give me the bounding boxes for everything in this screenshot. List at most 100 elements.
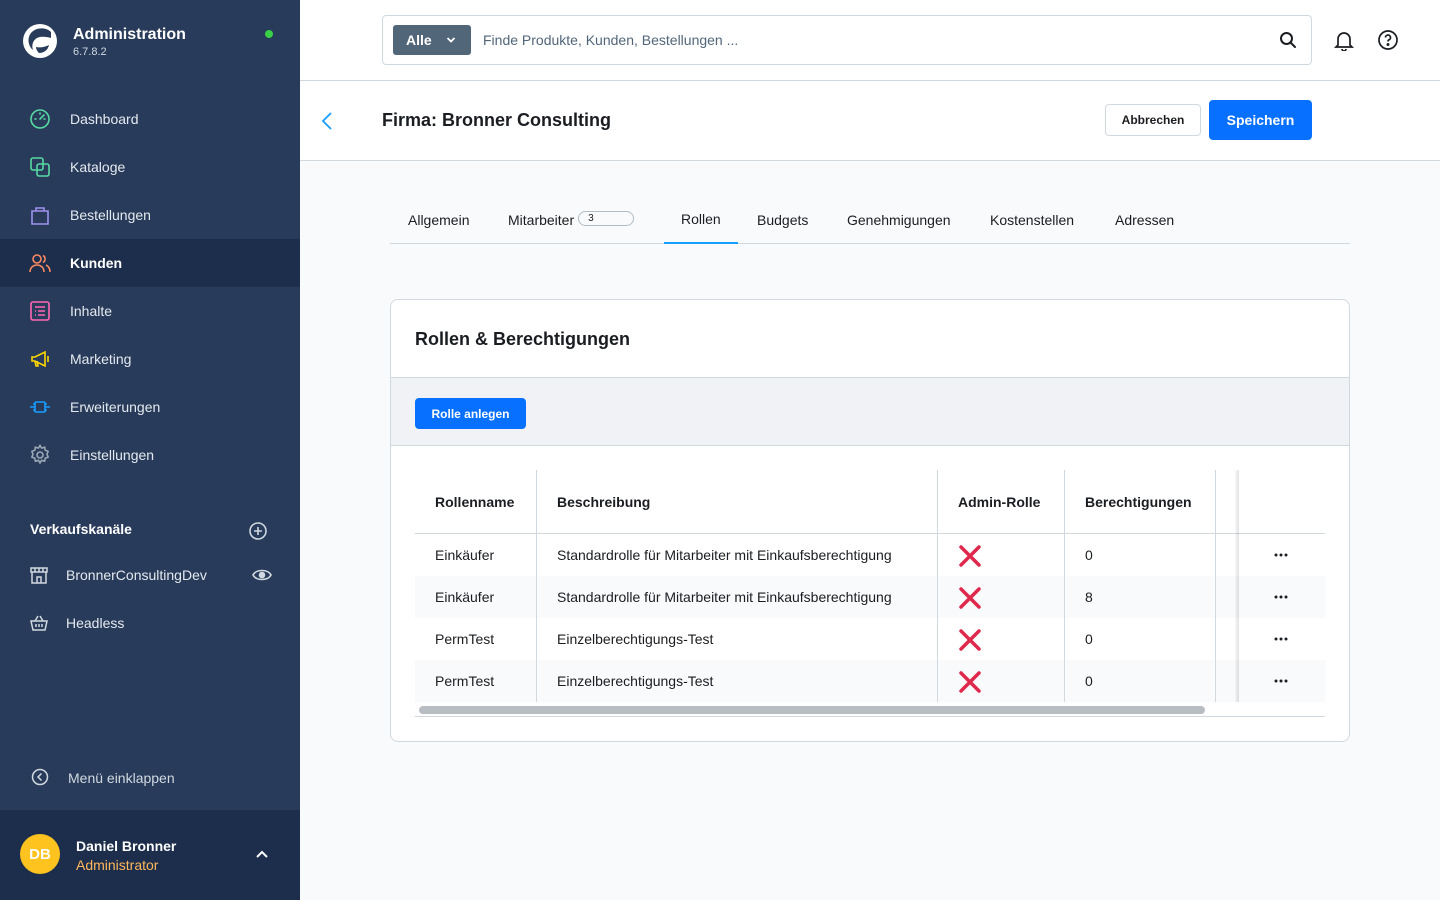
more-actions-icon[interactable] bbox=[1274, 594, 1288, 600]
help-icon[interactable] bbox=[1377, 29, 1399, 51]
search-type-select[interactable]: Alle bbox=[393, 25, 471, 55]
chevron-up-icon[interactable] bbox=[254, 848, 270, 860]
tab-genehmigungen[interactable]: Genehmigungen bbox=[847, 196, 951, 244]
create-role-button[interactable]: Rolle anlegen bbox=[415, 398, 526, 429]
nav-item-kataloge[interactable]: Kataloge bbox=[0, 143, 300, 191]
collapse-menu-button[interactable]: Menü einklappen bbox=[0, 760, 300, 796]
search-icon[interactable] bbox=[1279, 31, 1297, 49]
roles-card: Rollen & Berechtigungen Rolle anlegen Ro… bbox=[390, 299, 1350, 742]
content-icon bbox=[30, 301, 50, 321]
roles-data-grid: Rollenname Beschreibung Admin-Rolle Bere… bbox=[415, 470, 1325, 717]
sticky-column-shadow bbox=[1235, 470, 1239, 702]
global-search: Alle bbox=[382, 15, 1312, 65]
user-profile-box[interactable]: DB Daniel Bronner Administrator bbox=[0, 810, 300, 900]
nav-label: Bestellungen bbox=[70, 207, 151, 223]
horizontal-scrollbar[interactable] bbox=[415, 703, 1325, 717]
settings-icon bbox=[30, 444, 50, 465]
more-actions-icon[interactable] bbox=[1274, 636, 1288, 642]
tab-allgemein[interactable]: Allgemein bbox=[408, 196, 469, 244]
cell-permissions: 0 bbox=[1085, 547, 1093, 563]
nav-item-inhalte[interactable]: Inhalte bbox=[0, 287, 300, 335]
column-header-admin-rolle[interactable]: Admin-Rolle bbox=[958, 494, 1040, 510]
dashboard-icon bbox=[30, 109, 50, 129]
nav-label: Kunden bbox=[70, 255, 123, 271]
shopware-logo-icon[interactable] bbox=[22, 23, 58, 59]
top-bar: Alle bbox=[300, 0, 1440, 81]
status-dot bbox=[265, 30, 273, 38]
table-row[interactable]: Einkäufer Standardrolle für Mitarbeiter … bbox=[415, 534, 1325, 576]
table-row[interactable]: PermTest Einzelberechtigungs-Test 0 bbox=[415, 660, 1325, 702]
nav-item-kunden[interactable]: Kunden bbox=[0, 239, 300, 287]
more-actions-icon[interactable] bbox=[1274, 678, 1288, 684]
cell-description: Einzelberechtigungs-Test bbox=[557, 631, 714, 647]
add-sales-channel-icon[interactable] bbox=[248, 521, 268, 541]
nav-label: Marketing bbox=[70, 351, 132, 367]
brand-title: Administration bbox=[73, 26, 186, 43]
detail-tabs: Allgemein Mitarbeiter 3 Rollen Budgets G… bbox=[390, 196, 1350, 244]
nav-item-einstellungen[interactable]: Einstellungen bbox=[0, 431, 300, 479]
tab-mitarbeiter[interactable]: Mitarbeiter 3 bbox=[508, 196, 635, 244]
smart-bar: Firma: Bronner Consulting Abbrechen Spei… bbox=[300, 81, 1440, 161]
save-button[interactable]: Speichern bbox=[1209, 100, 1312, 140]
cancel-button[interactable]: Abbrechen bbox=[1105, 104, 1201, 136]
cross-icon bbox=[959, 545, 981, 567]
catalog-icon bbox=[30, 157, 50, 177]
nav-label: Erweiterungen bbox=[70, 399, 161, 415]
notifications-bell-icon[interactable] bbox=[1333, 29, 1355, 51]
chevron-down-icon bbox=[446, 37, 456, 43]
search-input[interactable] bbox=[483, 26, 1253, 54]
column-header-berechtigungen[interactable]: Berechtigungen bbox=[1085, 494, 1192, 510]
sales-channel-label: BronnerConsultingDev bbox=[66, 567, 207, 583]
nav-label: Kataloge bbox=[70, 159, 126, 175]
user-role: Administrator bbox=[76, 857, 159, 873]
tab-rollen[interactable]: Rollen bbox=[664, 196, 738, 244]
chevron-left-circle-icon bbox=[31, 768, 49, 786]
cell-permissions: 0 bbox=[1085, 631, 1093, 647]
tab-kostenstellen[interactable]: Kostenstellen bbox=[990, 196, 1074, 244]
cell-role-name: Einkäufer bbox=[435, 589, 495, 605]
sales-channels-title: Verkaufskanäle bbox=[30, 521, 132, 537]
sales-channel-item-headless[interactable]: Headless bbox=[0, 603, 300, 643]
tab-label: Genehmigungen bbox=[847, 212, 951, 228]
cell-description: Standardrolle für Mitarbeiter mit Einkau… bbox=[557, 589, 892, 605]
brand-header: Administration 6.7.8.2 bbox=[0, 0, 300, 80]
card-toolbar: Rolle anlegen bbox=[391, 377, 1349, 446]
table-row[interactable]: Einkäufer Standardrolle für Mitarbeiter … bbox=[415, 576, 1325, 618]
marketing-icon bbox=[31, 350, 49, 368]
tab-label: Allgemein bbox=[408, 212, 470, 228]
tab-label: Budgets bbox=[757, 212, 809, 228]
sales-channel-item-bronnerconsultingdev[interactable]: BronnerConsultingDev bbox=[0, 555, 300, 595]
column-header-beschreibung[interactable]: Beschreibung bbox=[557, 494, 650, 510]
tab-label: Kostenstellen bbox=[990, 212, 1075, 228]
cell-permissions: 8 bbox=[1085, 589, 1093, 605]
tab-budgets[interactable]: Budgets bbox=[757, 196, 808, 244]
table-row[interactable]: PermTest Einzelberechtigungs-Test 0 bbox=[415, 618, 1325, 660]
tab-adressen[interactable]: Adressen bbox=[1115, 196, 1174, 244]
card-title: Rollen & Berechtigungen bbox=[415, 329, 631, 349]
back-arrow-icon[interactable] bbox=[320, 111, 334, 131]
admin-sidebar: Administration 6.7.8.2 Dashboard Katalog… bbox=[0, 0, 300, 900]
column-divider bbox=[536, 470, 537, 702]
nav-item-erweiterungen[interactable]: Erweiterungen bbox=[0, 383, 300, 431]
tab-label: Mitarbeiter bbox=[508, 212, 575, 228]
nav-item-marketing[interactable]: Marketing bbox=[0, 335, 300, 383]
nav-item-bestellungen[interactable]: Bestellungen bbox=[0, 191, 300, 239]
tab-label: Rollen bbox=[681, 211, 721, 227]
brand-version: 6.7.8.2 bbox=[73, 46, 107, 58]
nav-label: Dashboard bbox=[70, 111, 139, 127]
collapse-menu-label: Menü einklappen bbox=[68, 770, 175, 786]
cell-role-name: PermTest bbox=[435, 631, 495, 647]
column-header-rollenname[interactable]: Rollenname bbox=[435, 494, 514, 510]
cell-role-name: PermTest bbox=[435, 673, 495, 689]
nav-item-dashboard[interactable]: Dashboard bbox=[0, 95, 300, 143]
main-navigation: Dashboard Kataloge Bestellungen Kunden I… bbox=[0, 95, 300, 479]
visibility-eye-icon[interactable] bbox=[252, 566, 272, 584]
nav-label: Inhalte bbox=[70, 303, 113, 319]
orders-icon bbox=[31, 207, 49, 225]
cross-icon bbox=[959, 629, 981, 651]
nav-label: Einstellungen bbox=[70, 447, 155, 463]
scrollbar-thumb[interactable] bbox=[419, 706, 1205, 714]
table-header: Rollenname Beschreibung Admin-Rolle Bere… bbox=[415, 470, 1325, 534]
more-actions-icon[interactable] bbox=[1274, 552, 1288, 558]
column-divider bbox=[937, 470, 938, 702]
